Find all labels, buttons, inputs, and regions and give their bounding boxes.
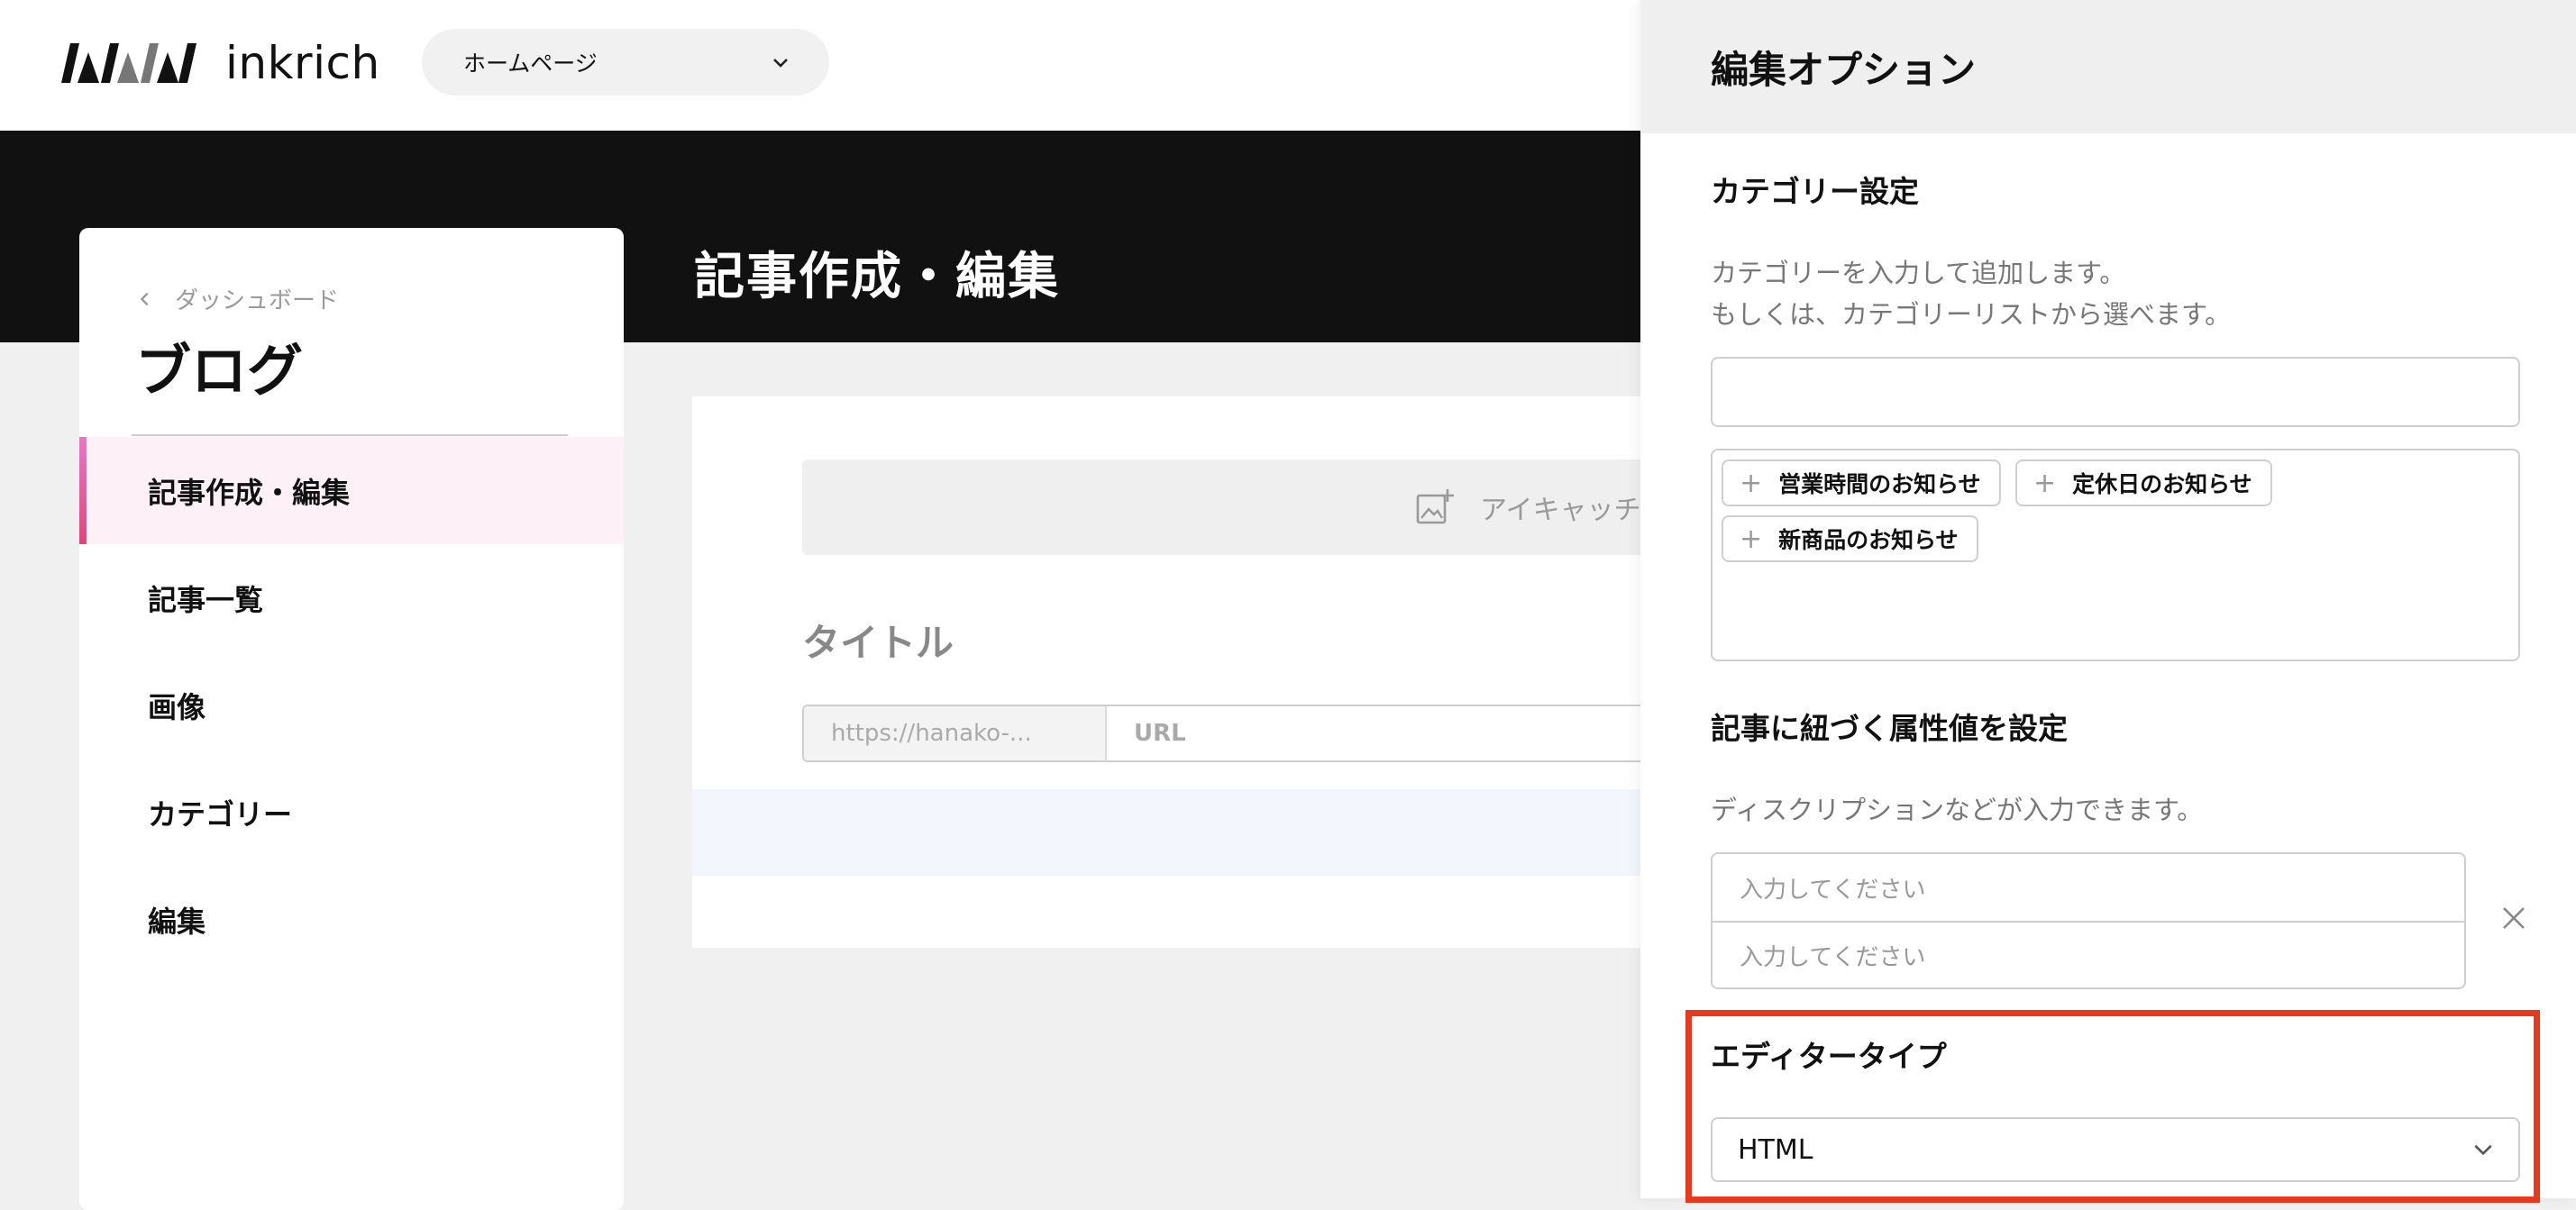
top-header: inkrich ホームページ [0, 0, 1640, 131]
url-input[interactable]: URL [1107, 706, 1648, 760]
chip-label: 営業時間のお知らせ [1778, 471, 1981, 497]
logo-mark-icon [61, 43, 196, 83]
logo[interactable]: inkrich [61, 36, 380, 90]
site-select-dropdown[interactable]: ホームページ [422, 29, 829, 96]
breadcrumb-dashboard-link[interactable]: ダッシュボード [135, 282, 339, 315]
logo-text: inkrich [225, 37, 380, 89]
category-hint-line1: カテゴリーを入力して追加します。 [1711, 258, 2126, 288]
sidebar-item-label: 画像 [148, 689, 206, 724]
drawer-title: 編集オプション [1711, 48, 1977, 92]
attribute-value-input[interactable]: 入力してください [1713, 921, 2464, 987]
editor-card: アイキャッチ タイトル https://hanako-... URL [692, 396, 1648, 948]
eyecatch-label: アイキャッチ [1480, 495, 1641, 526]
category-section-title: カテゴリー設定 [1711, 174, 1919, 209]
sidebar-divider [132, 434, 568, 436]
add-image-icon [1416, 489, 1454, 524]
highlight-box [1685, 1010, 2540, 1203]
category-chip-new-product[interactable]: + 新商品のお知らせ [1722, 515, 1978, 562]
url-field: https://hanako-... URL [802, 705, 1648, 762]
chevron-down-icon [773, 59, 788, 68]
sidebar-item-images[interactable]: 画像 [79, 651, 624, 759]
eyecatch-upload-button[interactable]: アイキャッチ [802, 459, 1648, 555]
plus-icon: + [2033, 467, 2057, 499]
url-prefix: https://hanako-... [804, 706, 1107, 760]
editor-toolbar-band [692, 789, 1648, 876]
sidebar-item-categories[interactable]: カテゴリー [79, 759, 624, 866]
sidebar-item-label: カテゴリー [148, 796, 293, 832]
drawer-header: 編集オプション [1640, 0, 2576, 133]
sidebar-item-edit[interactable]: 編集 [79, 866, 624, 973]
attribute-pair: 入力してください 入力してください [1711, 852, 2466, 989]
title-input[interactable]: タイトル [802, 613, 954, 668]
category-hint-line2: もしくは、カテゴリーリストから選べます。 [1711, 299, 2232, 330]
category-chip-holiday[interactable]: + 定休日のお知らせ [2015, 459, 2272, 506]
sidebar-item-label: 記事一覧 [148, 582, 264, 617]
attributes-hint: ディスクリプションなどが入力できます。 [1711, 795, 2204, 825]
attributes-section-title: 記事に紐づく属性値を設定 [1711, 711, 2068, 746]
chip-label: 定休日のお知らせ [2072, 471, 2252, 497]
sidebar-item-create-edit[interactable]: 記事作成・編集 [79, 437, 624, 544]
category-input[interactable] [1711, 357, 2520, 427]
category-chip-hours[interactable]: + 営業時間のお知らせ [1722, 459, 2001, 506]
breadcrumb-label: ダッシュボード [175, 287, 340, 314]
close-icon[interactable] [2500, 905, 2527, 932]
chip-label: 新商品のお知らせ [1778, 527, 1959, 553]
page-title: 記事作成・編集 [694, 248, 1060, 306]
site-select-value: ホームページ [463, 50, 598, 77]
sidebar-item-label: 編集 [148, 904, 206, 939]
plus-icon: + [1740, 467, 1763, 499]
sidebar-item-label: 記事作成・編集 [148, 475, 351, 510]
sidebar: ダッシュボード ブログ 記事作成・編集 記事一覧 画像 カテゴリー 編集 [79, 228, 624, 1210]
plus-icon: + [1740, 523, 1763, 555]
sidebar-item-article-list[interactable]: 記事一覧 [79, 544, 624, 651]
chevron-left-icon [140, 292, 149, 305]
attribute-key-input[interactable]: 入力してください [1713, 854, 2464, 921]
sidebar-title: ブログ [135, 338, 304, 404]
sidebar-nav: 記事作成・編集 記事一覧 画像 カテゴリー 編集 [79, 437, 624, 973]
